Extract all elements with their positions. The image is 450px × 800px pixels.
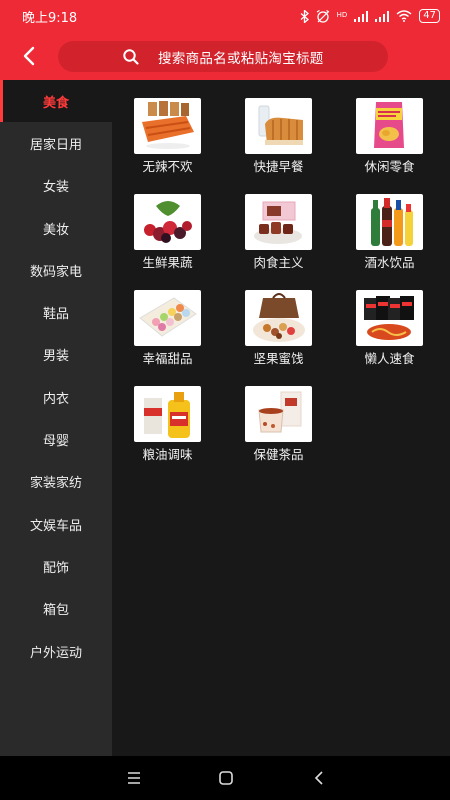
subcategory-label: 生鲜果蔬 [142,255,193,270]
battery-icon: 47 [419,9,440,23]
subcategory-label: 懒人速食 [364,351,415,366]
sidebar-item-entertainment-car[interactable]: 文娱车品 [0,503,112,545]
meat-dish-icon [245,194,312,250]
sidebar-item-label: 美食 [42,95,69,111]
sidebar-item-baby[interactable]: 母婴 [0,418,112,460]
back-icon [314,771,323,785]
status-icons: HD 47 [300,9,440,23]
chips-bag-icon [356,98,423,154]
subcategory-grid: 无辣不欢 快捷早餐 休闲零食 生鲜果蔬 肉食主义 酒水饮品 幸福甜品 坚果蜜饯 … [112,98,450,464]
subcategory-item[interactable]: 快捷早餐 [223,98,334,176]
subcategory-item[interactable]: 粮油调味 [112,386,223,464]
sidebar-item-womens-wear[interactable]: 女装 [0,165,112,207]
subcategory-item[interactable]: 幸福甜品 [112,290,223,368]
subcategory-item[interactable]: 坚果蜜饯 [223,290,334,368]
subcategory-item[interactable]: 肉食主义 [223,194,334,272]
signal-icon [354,10,369,22]
sidebar-item-underwear[interactable]: 内衣 [0,376,112,418]
subcategory-label: 快捷早餐 [253,159,304,174]
nav-back-button[interactable] [308,768,332,788]
sidebar-item-mens-wear[interactable]: 男装 [0,334,112,376]
sidebar-item-home-textile[interactable]: 家装家纺 [0,461,112,503]
search-placeholder: 搜索商品名或粘贴淘宝标题 [158,50,324,67]
subcategory-label: 肉食主义 [253,255,304,270]
sidebar-item-shoes[interactable]: 鞋品 [0,291,112,333]
back-arrow-icon [23,46,35,66]
subcategory-item[interactable]: 懒人速食 [334,290,445,368]
bread-milk-icon [245,98,312,154]
wifi-icon [396,10,412,22]
signal-icon [375,10,390,22]
sidebar-item-food[interactable]: 美食 [0,80,112,123]
sidebar-item-outdoor[interactable]: 户外运动 [0,630,112,672]
sidebar-item-digital[interactable]: 数码家电 [0,249,112,291]
subcategory-item[interactable]: 无辣不欢 [112,98,223,176]
sidebar-item-label: 美妆 [42,222,69,238]
sidebar-item-label: 户外运动 [29,645,82,661]
system-nav-bar [0,756,450,800]
nuts-box-icon [245,290,312,346]
search-icon [123,49,139,65]
menu-button[interactable] [122,768,146,788]
sidebar-item-accessories[interactable]: 配饰 [0,545,112,587]
subcategory-label: 保健茶品 [253,447,304,462]
sidebar-item-label: 居家日用 [29,137,82,153]
menu-icon [128,772,140,784]
sidebar-item-label: 男装 [42,349,69,365]
macarons-icon [134,290,201,346]
alarm-icon [316,9,329,23]
home-icon [219,771,233,785]
sidebar-item-label: 母婴 [42,434,69,450]
subcategory-label: 无辣不欢 [142,159,193,174]
subcategory-item[interactable]: 酒水饮品 [334,194,445,272]
sidebar-item-label: 家装家纺 [29,476,82,492]
sidebar-item-label: 配饰 [42,560,69,576]
sidebar-item-label: 箱包 [42,603,69,619]
sidebar-item-label: 内衣 [42,391,69,407]
header: 搜索商品名或粘贴淘宝标题 [0,32,450,80]
status-bar: 晚上9:18 HD 47 [0,0,450,32]
subcategory-label: 酒水饮品 [364,255,415,270]
back-button[interactable] [14,42,44,70]
subcategory-label: 粮油调味 [142,447,193,462]
sidebar-item-label: 女装 [42,180,69,196]
sidebar-item-label: 鞋品 [42,307,69,323]
status-time: 晚上9:18 [22,10,78,26]
subcategory-item[interactable]: 生鲜果蔬 [112,194,223,272]
sidebar-item-label: 数码家电 [29,264,82,280]
sidebar-item-bags[interactable]: 箱包 [0,588,112,630]
subcategory-label: 坚果蜜饯 [253,351,304,366]
home-button[interactable] [214,768,238,788]
spicy-snack-icon [134,98,201,154]
oil-bottle-icon [134,386,201,442]
category-sidebar: 美食 居家日用 女装 美妆 数码家电 鞋品 男装 内衣 母婴 家装家纺 文娱车品… [0,80,112,756]
bottles-icon [356,194,423,250]
search-input[interactable]: 搜索商品名或粘贴淘宝标题 [58,41,388,72]
network-type: HD [336,11,348,19]
tea-cup-icon [245,386,312,442]
bluetooth-icon [300,9,309,23]
berries-icon [134,194,201,250]
category-content: 无辣不欢 快捷早餐 休闲零食 生鲜果蔬 肉食主义 酒水饮品 幸福甜品 坚果蜜饯 … [112,80,450,756]
subcategory-label: 幸福甜品 [142,351,193,366]
instant-noodles-icon [356,290,423,346]
subcategory-item[interactable]: 保健茶品 [223,386,334,464]
sidebar-item-home-daily[interactable]: 居家日用 [0,122,112,164]
subcategory-label: 休闲零食 [364,159,415,174]
subcategory-item[interactable]: 休闲零食 [334,98,445,176]
sidebar-item-label: 文娱车品 [29,518,82,534]
sidebar-item-beauty[interactable]: 美妆 [0,207,112,249]
